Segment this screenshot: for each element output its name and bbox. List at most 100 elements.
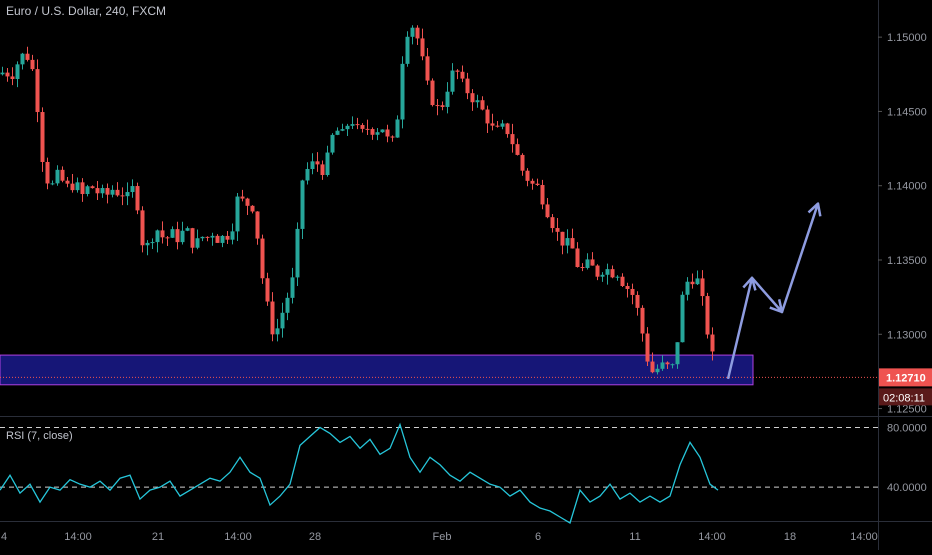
candle-body [445, 91, 450, 107]
candle-body [630, 288, 635, 295]
candle-body [215, 235, 220, 243]
candle-body [70, 183, 75, 191]
candle-body [55, 169, 60, 184]
candle-body [285, 297, 290, 313]
time-tick-label: 14:00 [224, 531, 252, 543]
candle-body [335, 130, 340, 135]
candle-body [25, 53, 30, 60]
candle-body [655, 368, 660, 373]
price-tick-label: 1.14000 [887, 181, 927, 193]
candle-body [160, 230, 165, 238]
candle-body [320, 164, 325, 175]
candle-body [220, 235, 225, 243]
candle-body [310, 161, 315, 170]
time-tick-label: 6 [535, 531, 541, 543]
candle-body [260, 238, 265, 279]
candle-body [625, 285, 630, 289]
price-tick-label: 1.13000 [887, 329, 927, 341]
candle-body [500, 123, 505, 127]
candle-body [410, 27, 415, 37]
candle-body [600, 274, 605, 277]
candle-body [380, 129, 385, 133]
candle-body [235, 196, 240, 232]
time-tick-label: 28 [309, 531, 321, 543]
candle-body [670, 364, 675, 366]
candle-body [35, 69, 40, 113]
price-tick-label: 1.14500 [887, 106, 927, 118]
candle-body [130, 186, 135, 193]
candle-body [455, 70, 460, 72]
time-tick-label: 14:00 [850, 531, 878, 543]
candle-body [540, 184, 545, 205]
candle-body [390, 136, 395, 138]
candle-body [290, 277, 295, 298]
candle-body [0, 72, 5, 75]
chart-root[interactable]: 1.15000 1.14500 1.14000 1.13500 1.13000 1.125… [0, 0, 932, 550]
time-tick-label: Feb [433, 531, 452, 543]
chart-canvas[interactable]: 1.150001.145001.140001.135001.130001.125… [0, 0, 932, 550]
candle-body [5, 72, 10, 77]
candle-body [100, 188, 105, 194]
candle-body [230, 231, 235, 240]
candle-body [595, 265, 600, 277]
candle-body [340, 129, 345, 131]
candle-body [50, 183, 55, 185]
candle-body [385, 129, 390, 137]
candle-body [685, 281, 690, 295]
time-tick-label: 11 [629, 531, 640, 543]
candle-body [465, 78, 470, 94]
candle-body [570, 238, 575, 249]
candle-body [405, 36, 410, 64]
candle-body [515, 144, 520, 155]
candle-body [525, 170, 530, 181]
candle-body [75, 182, 80, 191]
candle-body [700, 278, 705, 297]
time-tick-label: 14:00 [698, 531, 726, 543]
rsi-axis-label: 40.0000 [887, 482, 927, 494]
candle-body [305, 169, 310, 181]
candle-body [95, 188, 100, 194]
candle-body [550, 217, 555, 229]
candle-body [140, 210, 145, 246]
candle-body [355, 124, 360, 126]
candle-body [560, 231, 565, 246]
candle-body [265, 278, 270, 302]
time-tick-label: 14:00 [64, 531, 92, 543]
candle-body [295, 228, 300, 278]
candle-body [420, 38, 425, 57]
last-price-label: 1.12710 [886, 372, 926, 384]
candle-body [615, 276, 620, 278]
candle-body [695, 278, 700, 285]
candle-body [585, 259, 590, 268]
candle-body [315, 161, 320, 165]
candle-body [325, 152, 330, 175]
candle-body [510, 134, 515, 145]
candle-body [545, 204, 550, 218]
candle-body [660, 362, 665, 369]
price-tick-label: 1.13500 [887, 255, 927, 267]
candle-body [190, 228, 195, 248]
time-tick-label: 18 [784, 531, 796, 543]
candle-body [350, 124, 355, 126]
candle-body [400, 63, 405, 120]
symbol-title[interactable]: Euro / U.S. Dollar, 240, FXCM [6, 4, 166, 18]
candle-body [345, 125, 350, 130]
candle-body [10, 76, 15, 79]
candle-body [675, 342, 680, 365]
candle-body [605, 269, 610, 275]
candle-body [705, 296, 710, 335]
candle-body [150, 242, 155, 244]
candle-body [375, 132, 380, 135]
rsi-title[interactable]: RSI (7, close) [6, 430, 73, 442]
time-tick-label: 4 [1, 531, 7, 543]
candle-body [170, 229, 175, 238]
candle-body [45, 161, 50, 184]
candle-body [535, 183, 540, 185]
countdown-label: 02:08:11 [883, 392, 925, 404]
candle-body [15, 64, 20, 79]
candle-body [620, 276, 625, 286]
candle-body [120, 195, 125, 197]
candle-body [470, 93, 475, 103]
candle-body [635, 294, 640, 308]
support-zone[interactable] [0, 354, 754, 386]
